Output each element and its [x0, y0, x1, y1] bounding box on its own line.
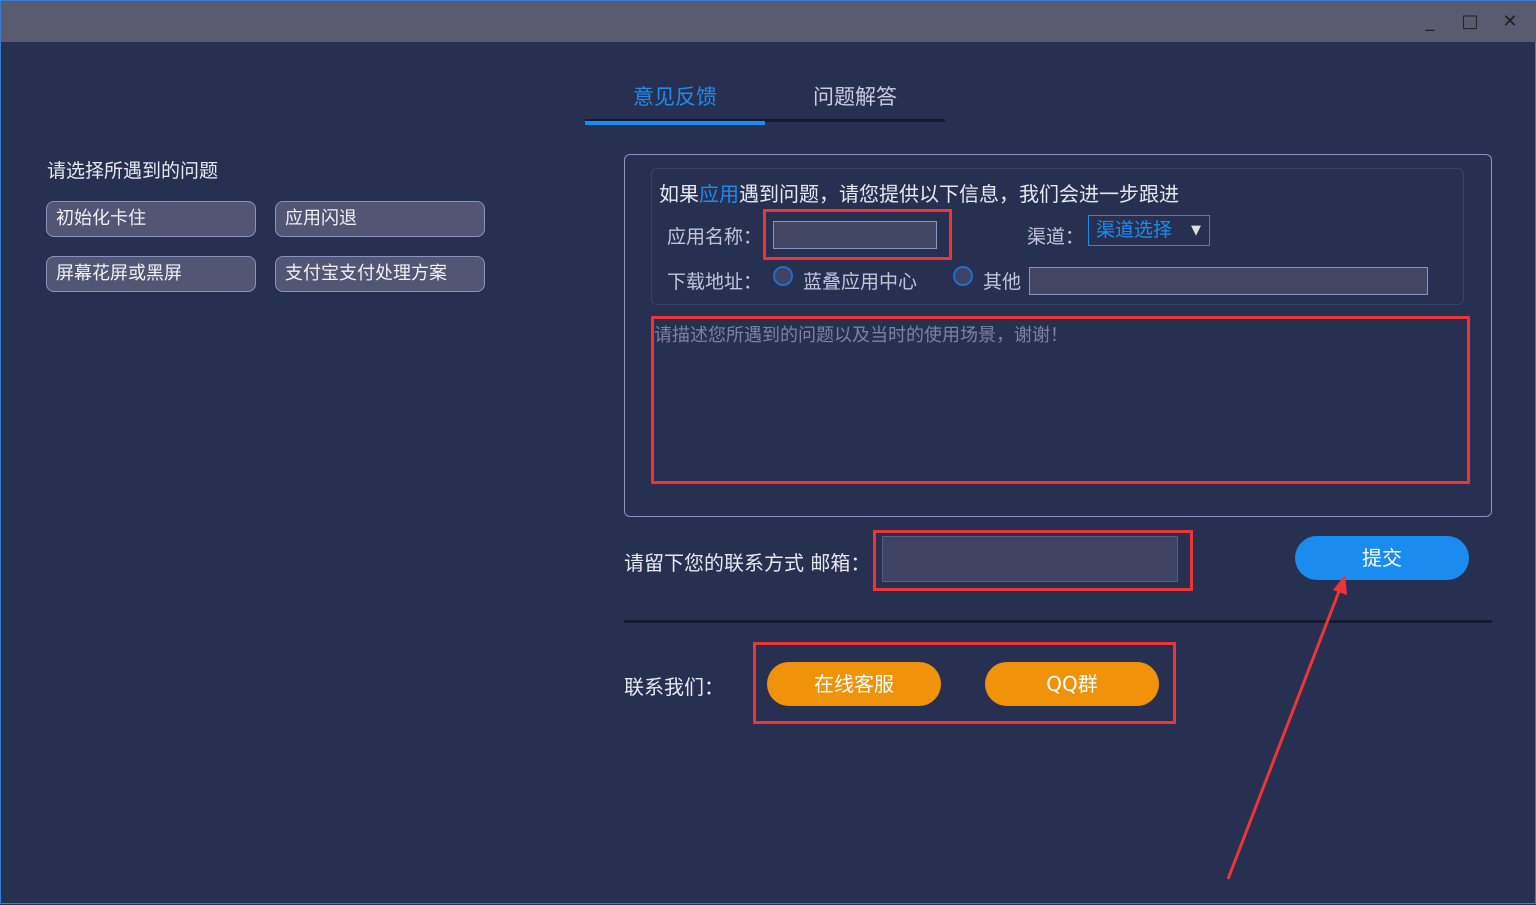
annotation-arrow	[1, 1, 1536, 905]
